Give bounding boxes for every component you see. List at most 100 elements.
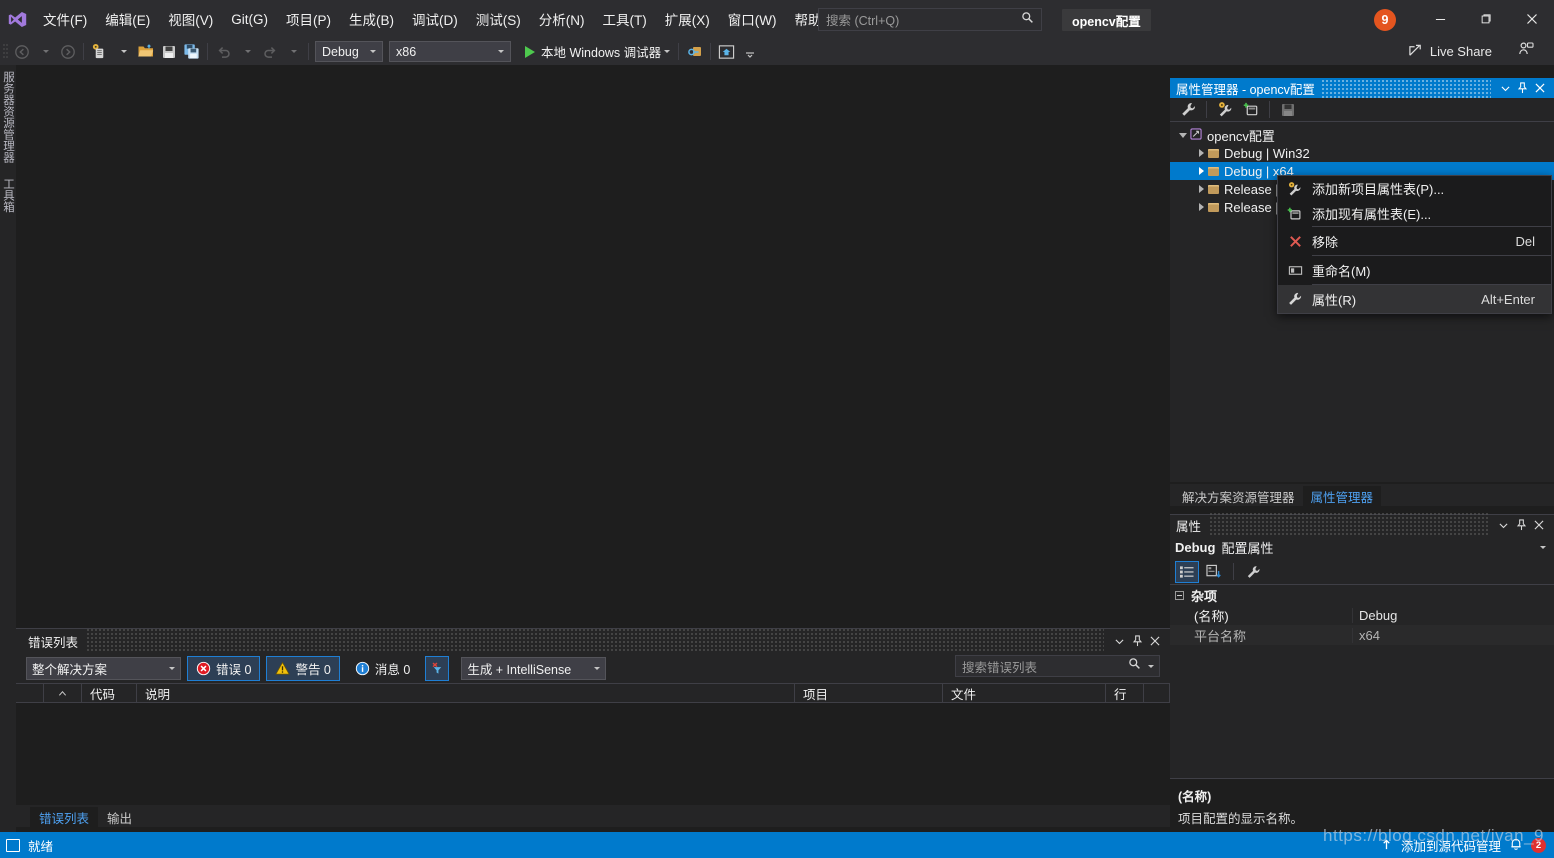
notification-bell-icon[interactable] <box>1509 837 1523 854</box>
clear-filter-icon[interactable] <box>425 655 450 681</box>
menu-build[interactable]: 生成(B) <box>340 0 403 38</box>
chevron-collapsed-icon[interactable] <box>1194 167 1208 175</box>
save-icon[interactable] <box>157 40 180 63</box>
close-icon[interactable] <box>1530 514 1548 536</box>
categorized-icon[interactable] <box>1175 560 1199 583</box>
pin-icon[interactable] <box>1514 79 1531 97</box>
context-menu-item-properties[interactable]: 属性(R) Alt+Enter <box>1278 285 1551 313</box>
menu-analyze[interactable]: 分析(N) <box>530 0 594 38</box>
maximize-icon[interactable] <box>1463 0 1509 38</box>
context-menu[interactable]: 添加新项目属性表(P)... 添加现有属性表(E)... 移除 Del 重命名(… <box>1277 175 1552 314</box>
menu-debug[interactable]: 调试(D) <box>403 0 467 38</box>
notification-badge[interactable]: 9 <box>1374 9 1396 31</box>
toolbar-grip[interactable] <box>2 42 10 62</box>
tab-error-list[interactable]: 错误列表 <box>30 807 99 827</box>
column-header-file[interactable]: 文件 <box>943 683 1106 703</box>
chevron-collapsed-icon[interactable] <box>1194 203 1208 211</box>
close-icon[interactable] <box>1146 630 1164 652</box>
close-icon[interactable] <box>1531 79 1548 97</box>
add-new-project-property-sheet-icon[interactable] <box>1213 99 1237 121</box>
chevron-down-icon[interactable] <box>1540 545 1546 549</box>
menu-view[interactable]: 视图(V) <box>159 0 222 38</box>
context-menu-item-add-new-property-sheet[interactable]: 添加新项目属性表(P)... <box>1278 176 1551 201</box>
sidebar-tab-server-explorer[interactable]: 服务器资源管理器 <box>0 71 16 163</box>
home-icon[interactable] <box>715 40 738 63</box>
panel-drag-dots[interactable] <box>1209 513 1488 537</box>
error-search-input[interactable]: 搜索错误列表 <box>955 655 1160 677</box>
source-control-icon[interactable] <box>1380 837 1393 854</box>
menu-file[interactable]: 文件(F) <box>34 0 96 38</box>
panel-drag-dots[interactable] <box>86 629 1104 653</box>
menu-project[interactable]: 项目(P) <box>277 0 340 38</box>
pin-icon[interactable] <box>1512 514 1530 536</box>
chevron-down-icon[interactable] <box>1110 630 1128 652</box>
attach-process-icon[interactable] <box>683 40 706 63</box>
property-value[interactable]: x64 <box>1352 627 1554 643</box>
properties-object-selector[interactable]: Debug 配置属性 <box>1170 535 1554 559</box>
minimize-icon[interactable] <box>1417 0 1463 38</box>
status-notification-count[interactable]: 2 <box>1531 837 1546 853</box>
new-project-icon[interactable] <box>88 40 111 63</box>
redo-icon[interactable] <box>258 40 281 63</box>
navigate-back-dropdown-icon[interactable] <box>33 40 56 63</box>
column-header-sort-indicator[interactable] <box>44 683 82 703</box>
chevron-down-icon[interactable] <box>1494 514 1512 536</box>
tab-solution-explorer[interactable]: 解决方案资源管理器 <box>1174 486 1303 506</box>
toolbar-overflow-icon[interactable] <box>738 40 761 63</box>
menu-test[interactable]: 测试(S) <box>467 0 530 38</box>
live-share-button[interactable]: Live Share <box>1408 40 1492 63</box>
tree-node-debug-win32[interactable]: Debug | Win32 <box>1170 144 1554 162</box>
error-scope-combo[interactable]: 整个解决方案 <box>26 656 181 680</box>
sidebar-tab-toolbox[interactable]: 工具箱 <box>0 178 16 213</box>
properties-wrench-icon[interactable] <box>1176 99 1200 121</box>
menu-tools[interactable]: 工具(T) <box>594 0 656 38</box>
navigate-forward-icon[interactable] <box>56 40 79 63</box>
start-debugging-button[interactable]: 本地 Windows 调试器 <box>521 40 674 63</box>
pin-icon[interactable] <box>1128 630 1146 652</box>
column-header-blank[interactable] <box>16 683 44 703</box>
warnings-toggle[interactable]: 警告 0 <box>266 655 340 681</box>
column-header-line[interactable]: 行 <box>1106 683 1144 703</box>
undo-dropdown-icon[interactable] <box>235 40 258 63</box>
column-header-code[interactable]: 代码 <box>82 683 137 703</box>
panel-drag-dots[interactable] <box>1320 78 1491 98</box>
tab-output[interactable]: 输出 <box>98 807 141 827</box>
add-existing-property-sheet-icon[interactable] <box>1239 99 1263 121</box>
context-menu-item-remove[interactable]: 移除 Del <box>1278 227 1551 255</box>
undo-icon[interactable] <box>212 40 235 63</box>
property-row-platform-name[interactable]: 平台名称 x64 <box>1170 625 1554 645</box>
collapse-icon[interactable] <box>1175 590 1184 600</box>
save-icon[interactable] <box>1276 99 1300 121</box>
errors-toggle[interactable]: 错误 0 <box>187 655 261 681</box>
alphabetical-icon[interactable] <box>1202 561 1226 583</box>
build-intellisense-combo[interactable]: 生成 + IntelliSense <box>461 656 607 680</box>
close-icon[interactable] <box>1509 0 1554 38</box>
chevron-expanded-icon[interactable] <box>1176 132 1190 138</box>
open-file-icon[interactable] <box>134 40 157 63</box>
column-header-project[interactable]: 项目 <box>795 683 943 703</box>
tree-root-node[interactable]: opencv配置 <box>1170 126 1554 144</box>
column-header-description[interactable]: 说明 <box>137 683 795 703</box>
menu-window[interactable]: 窗口(W) <box>719 0 786 38</box>
status-source-control-label[interactable]: 添加到源代码管理 <box>1401 836 1501 855</box>
chevron-collapsed-icon[interactable] <box>1194 149 1208 157</box>
save-all-icon[interactable] <box>180 40 203 63</box>
context-menu-item-rename[interactable]: 重命名(M) <box>1278 256 1551 284</box>
new-project-dropdown-icon[interactable] <box>111 40 134 63</box>
feedback-icon[interactable] <box>1518 41 1534 62</box>
tab-property-manager[interactable]: 属性管理器 <box>1302 486 1382 506</box>
navigate-back-icon[interactable] <box>10 40 33 63</box>
context-menu-item-add-existing-property-sheet[interactable]: 添加现有属性表(E)... <box>1278 201 1551 226</box>
error-list-rows[interactable] <box>16 703 1170 805</box>
property-row-name[interactable]: (名称) Debug <box>1170 605 1554 625</box>
editor-area[interactable] <box>16 65 1170 628</box>
chevron-collapsed-icon[interactable] <box>1194 185 1208 193</box>
properties-category-row[interactable]: 杂项 <box>1170 585 1554 605</box>
property-value[interactable]: Debug <box>1352 607 1554 623</box>
configuration-combo[interactable]: Debug <box>315 41 383 62</box>
chevron-down-icon[interactable] <box>1497 79 1514 97</box>
property-pages-icon[interactable] <box>1241 561 1265 583</box>
platform-combo[interactable]: x86 <box>389 41 511 62</box>
quick-search-input[interactable]: 搜索 (Ctrl+Q) <box>818 8 1042 31</box>
messages-toggle[interactable]: 消息 0 <box>346 656 419 681</box>
